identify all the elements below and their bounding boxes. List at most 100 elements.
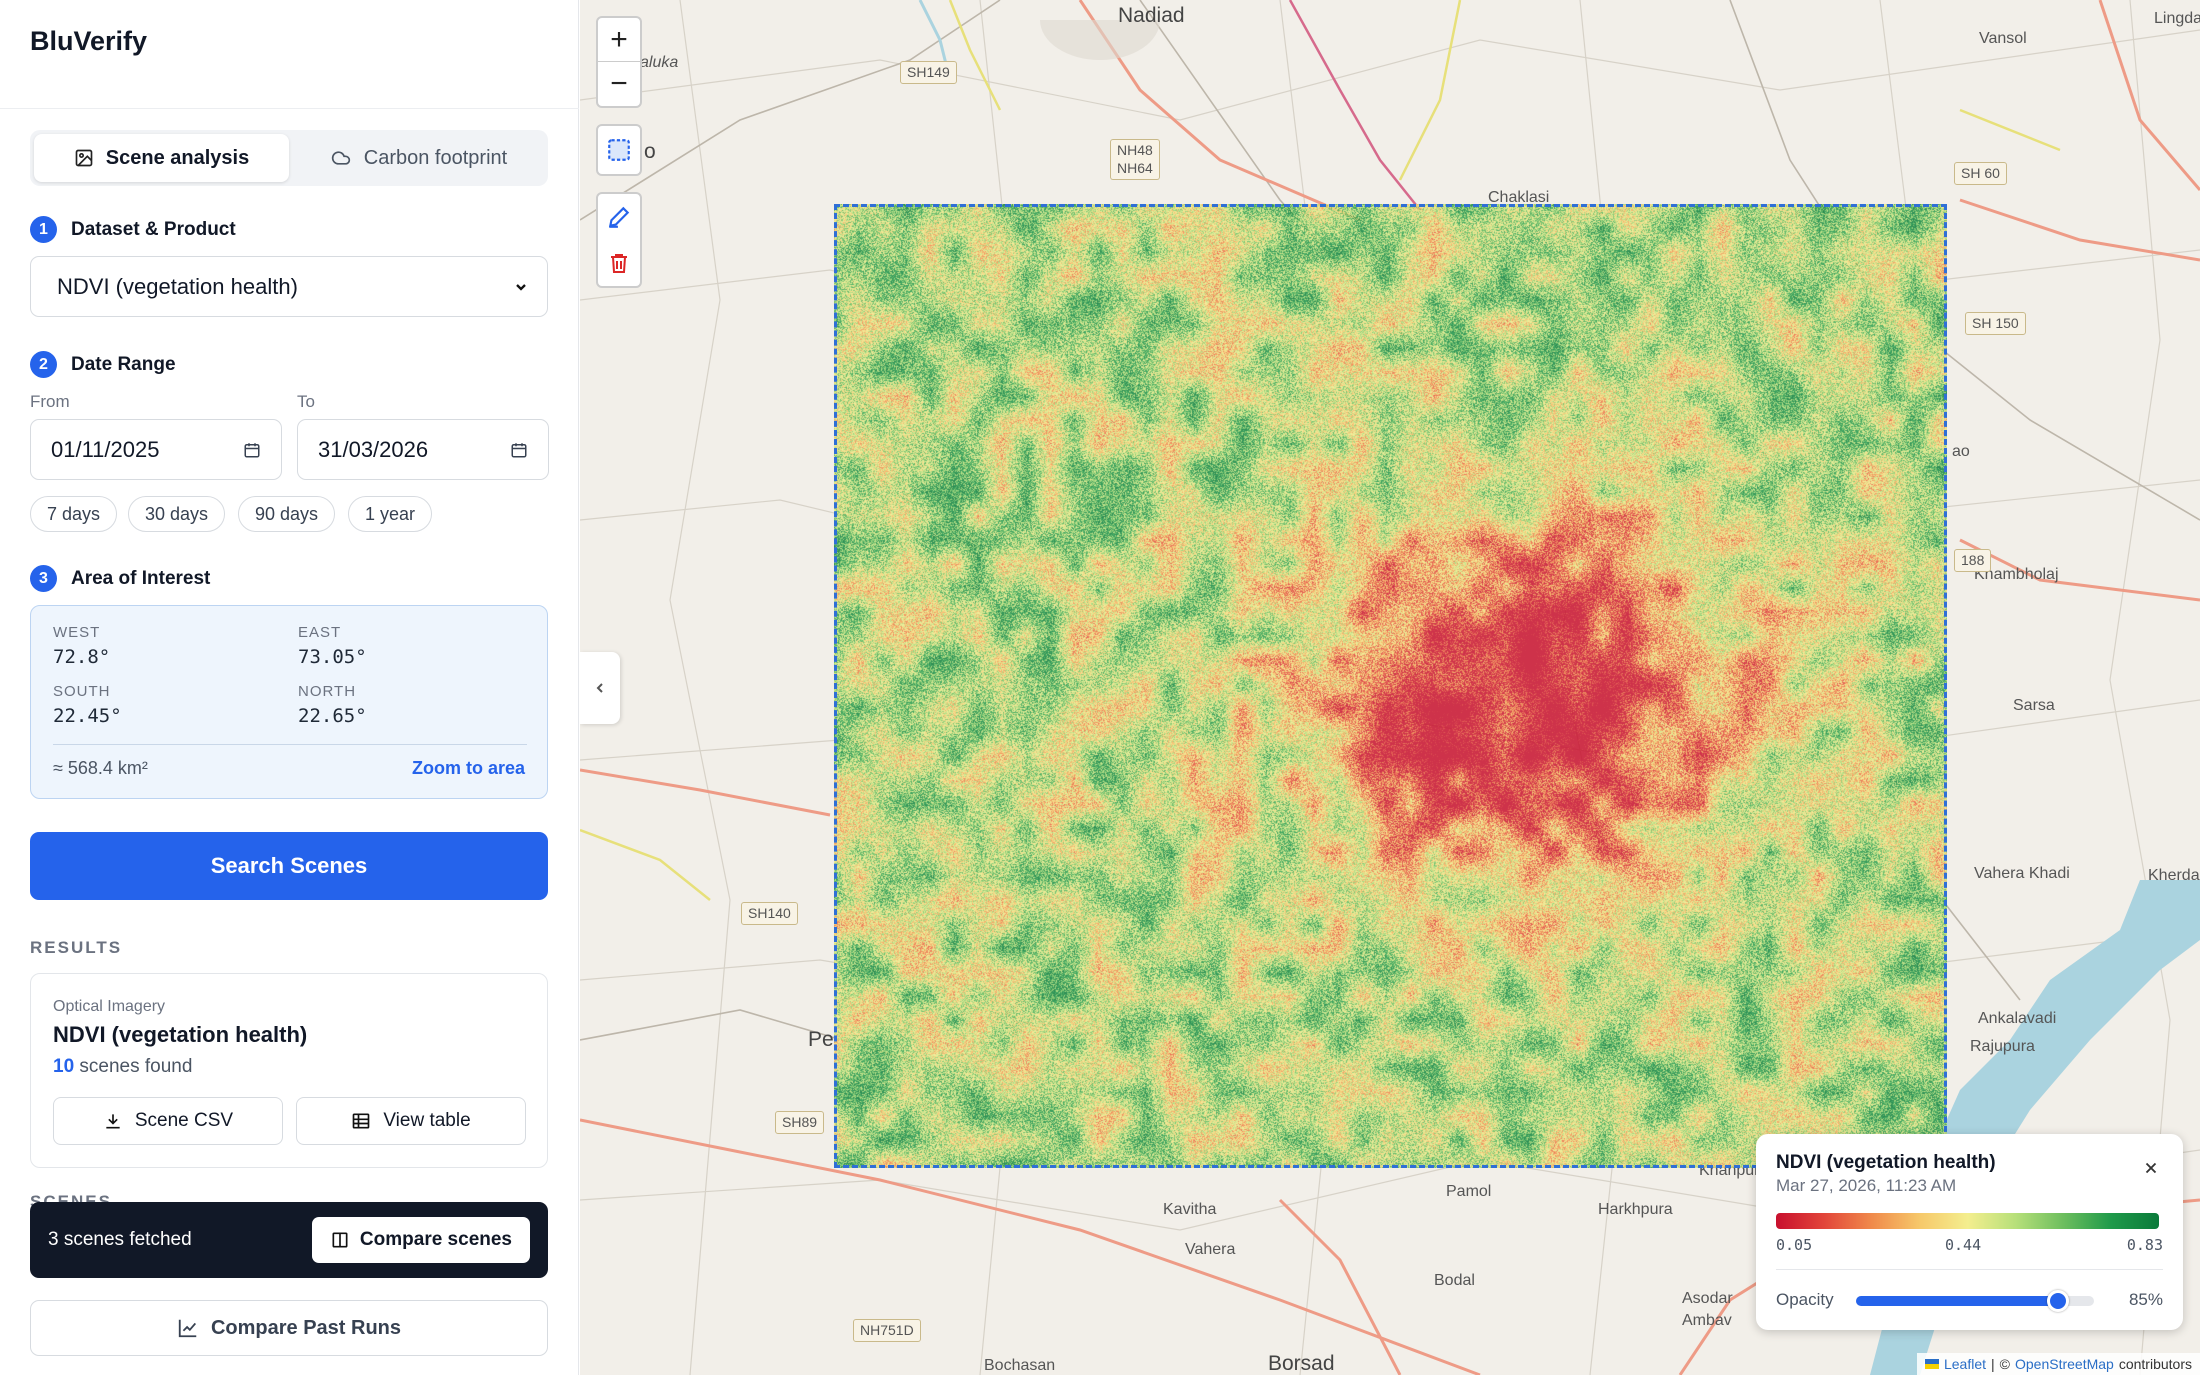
zoom-control: + − [596,16,642,108]
edit-controls [596,192,642,288]
tab-carbon-footprint-label: Carbon footprint [363,146,508,169]
step-title: Area of Interest [71,567,211,589]
chevron-down-icon [516,283,526,291]
preset-30-days[interactable]: 30 days [128,496,226,532]
step-date-heading: 2 Date Range [30,351,176,378]
place-label: Kherda [2148,867,2200,884]
road-shield: SH149 [900,61,957,84]
south-label: SOUTH [53,683,111,700]
select-rectangle-icon [608,139,630,161]
collapse-sidebar-button[interactable] [580,652,620,724]
opacity-label: Opacity [1776,1290,1834,1309]
opacity-slider-fill [1856,1296,2059,1306]
place-label: Asodar [1682,1290,1733,1307]
road-shield: SH89 [775,1111,825,1134]
edit-shape-button[interactable] [598,194,640,240]
delete-shape-button[interactable] [598,240,640,286]
tab-scene-analysis-label: Scene analysis [105,146,250,169]
header-divider [0,108,579,109]
road-shield: NH751D [853,1319,921,1342]
zoom-out-button[interactable]: − [598,62,640,106]
aoi-box: WEST 72.8° EAST 73.05° SOUTH 22.45° NORT… [30,605,548,799]
legend-min: 0.05 [1776,1236,1813,1254]
place-label: Vahera [1185,1241,1236,1258]
zoom-in-button[interactable]: + [598,18,640,62]
attribution-contributors: contributors [2118,1356,2192,1372]
compare-past-runs-label: Compare Past Runs [210,1316,402,1339]
place-label: Vahera Khadi [1974,865,2070,882]
place-label: Ambav [1682,1312,1732,1329]
preset-1-year[interactable]: 1 year [348,496,433,532]
result-category: Optical Imagery [53,998,166,1015]
aoi-rectangle[interactable] [834,204,1947,1168]
legend-max: 0.83 [2126,1236,2163,1254]
step-aoi-heading: 3 Area of Interest [30,565,210,592]
chevron-left-icon [596,683,603,693]
trash-icon [611,254,627,273]
place-label: Rajupura [1970,1038,2035,1055]
compare-scenes-label: Compare scenes [359,1229,512,1250]
place-label: Pe [808,1028,834,1051]
columns-icon [332,1232,348,1248]
scene-csv-button[interactable]: Scene CSV [53,1097,283,1145]
sidebar: BluVerify Scene analysis Carbon footprin… [0,0,579,1375]
result-title: NDVI (vegetation health) [53,1022,308,1047]
product-select-value: NDVI (vegetation health) [57,273,298,299]
draw-rectangle-button[interactable] [596,124,642,176]
results-heading: RESULTS [30,938,123,957]
cloud-icon [331,151,350,165]
mode-tabs: Scene analysis Carbon footprint [30,130,548,186]
opacity-slider-handle[interactable] [2047,1290,2070,1312]
road-shield: SH140 [741,902,798,925]
step-title: Date Range [71,353,176,375]
legend-close-button[interactable] [2139,1156,2163,1180]
ukraine-flag-icon [1924,1359,1939,1369]
tab-scene-analysis[interactable]: Scene analysis [34,134,289,182]
to-date-value: 31/03/2026 [318,436,429,462]
place-label: Harkhpura [1598,1201,1673,1218]
place-label: Bochasan [984,1357,1056,1374]
to-date-input[interactable]: 31/03/2026 [297,419,549,480]
scene-count: 10 [53,1056,75,1077]
north-label: NORTH [298,683,357,700]
legend-mid: 0.44 [1945,1236,1982,1254]
from-date-input[interactable]: 01/11/2025 [30,419,282,480]
leaflet-link[interactable]: Leaflet [1944,1356,1986,1372]
search-scenes-button[interactable]: Search Scenes [30,832,548,900]
south-value: 22.45° [53,705,122,727]
download-icon [106,1114,120,1129]
road-shield: 188 [1954,549,1992,572]
from-label: From [30,392,70,411]
opacity-value: 85% [2128,1290,2163,1309]
attribution-separator: | [1991,1356,1995,1372]
osm-link[interactable]: OpenStreetMap [2015,1356,2114,1372]
compare-past-runs-button[interactable]: Compare Past Runs [30,1300,548,1356]
zoom-to-area-link[interactable]: Zoom to area [412,758,525,779]
aoi-area: ≈ 568.4 km² [53,758,148,778]
west-label: WEST [53,624,101,641]
compare-scenes-button[interactable]: Compare scenes [311,1217,530,1263]
place-label: Vansol [1979,30,2027,47]
scenes-fetched-toast: 3 scenes fetched Compare scenes [30,1202,548,1278]
place-label: Borsad [1268,1352,1335,1375]
calendar-icon [511,442,527,457]
from-date-value: 01/11/2025 [51,436,160,462]
product-select[interactable]: NDVI (vegetation health) [30,256,548,317]
place-label: Lingda [2154,10,2200,27]
preset-90-days[interactable]: 90 days [238,496,336,532]
to-label: To [297,392,315,411]
preset-7-days[interactable]: 7 days [30,496,118,532]
map[interactable]: Nadiad Vansol Lingda Chaklasi Khambholaj… [580,0,2200,1375]
image-icon [75,149,93,167]
view-table-label: View table [383,1110,471,1131]
result-count: 10 scenes found [53,1056,192,1078]
place-label: aluka [640,54,679,71]
attribution-copyright: © [1999,1356,2010,1372]
legend-date: Mar 27, 2026, 11:23 AM [1776,1176,1957,1195]
view-table-button[interactable]: View table [296,1097,526,1145]
place-label: Sarsa [2013,697,2055,714]
opacity-slider[interactable] [1856,1290,2094,1312]
close-icon [2145,1162,2157,1174]
road-shield: SH 150 [1965,312,2026,335]
tab-carbon-footprint[interactable]: Carbon footprint [293,134,544,182]
